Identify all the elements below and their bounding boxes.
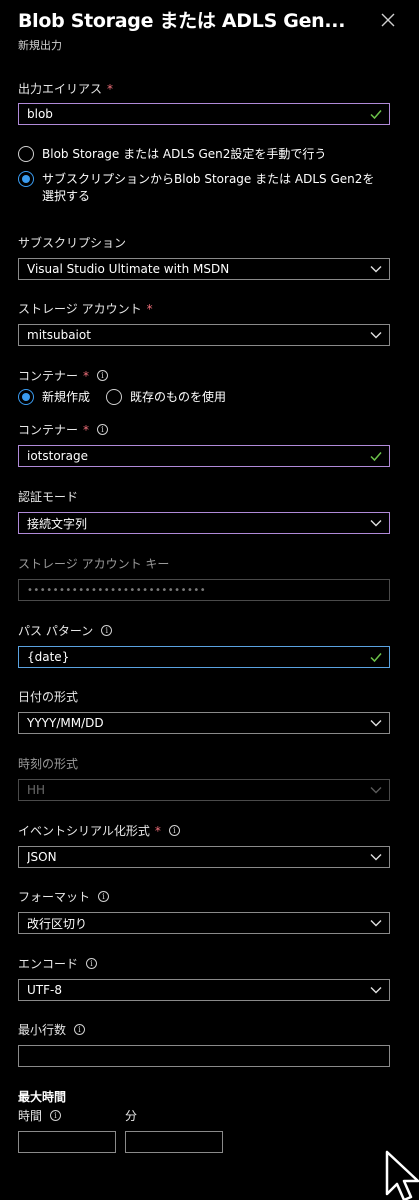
radio-create-new[interactable]: 新規作成 bbox=[18, 389, 90, 406]
check-icon bbox=[369, 107, 383, 121]
format-dropdown[interactable]: 改行区切り bbox=[18, 912, 390, 934]
hours-label: 時間 i bbox=[18, 1107, 62, 1124]
required-marker: * bbox=[107, 81, 114, 96]
radio-button[interactable] bbox=[18, 146, 34, 162]
info-icon[interactable]: i bbox=[97, 370, 109, 381]
chevron-down-icon bbox=[369, 916, 383, 930]
info-icon[interactable]: i bbox=[50, 1110, 62, 1121]
event-serialization-label: イベントシリアル化形式 * i bbox=[18, 822, 180, 839]
chevron-down-icon bbox=[369, 783, 383, 797]
info-icon[interactable]: i bbox=[98, 891, 110, 902]
event-serialization-dropdown[interactable]: JSON bbox=[18, 846, 390, 868]
info-icon[interactable]: i bbox=[101, 625, 113, 636]
container-mode-label: コンテナー * i bbox=[18, 367, 109, 384]
time-format-label: 時刻の形式 bbox=[18, 757, 79, 771]
storage-account-dropdown[interactable]: mitsubaiot bbox=[18, 324, 390, 346]
storage-key-input: •••••••••••••••••••••••••••• bbox=[18, 579, 390, 601]
min-rows-input[interactable] bbox=[18, 1045, 390, 1067]
minutes-input[interactable] bbox=[125, 1131, 223, 1153]
output-alias-input[interactable]: blob bbox=[18, 103, 390, 125]
info-icon[interactable]: i bbox=[86, 958, 98, 969]
required-marker: * bbox=[146, 301, 153, 316]
radio-manual-settings[interactable]: Blob Storage または ADLS Gen2設定を手動で行う bbox=[18, 146, 326, 163]
chevron-down-icon bbox=[369, 983, 383, 997]
chevron-down-icon bbox=[369, 716, 383, 730]
min-rows-label: 最小行数 i bbox=[18, 1021, 86, 1038]
date-format-dropdown[interactable]: YYYY/MM/DD bbox=[18, 712, 390, 734]
max-time-label: 最大時間 bbox=[18, 1090, 67, 1104]
close-button[interactable] bbox=[376, 8, 400, 32]
info-icon[interactable]: i bbox=[74, 1024, 86, 1035]
storage-key-label: ストレージ アカウント キー bbox=[18, 557, 170, 571]
path-pattern-label: パス パターン i bbox=[18, 622, 113, 639]
check-icon bbox=[369, 449, 383, 463]
panel-title: Blob Storage または ADLS Gen... bbox=[18, 10, 346, 32]
required-marker: * bbox=[83, 422, 90, 437]
auth-mode-dropdown[interactable]: 接続文字列 bbox=[18, 512, 390, 534]
container-input[interactable]: iotstorage bbox=[18, 445, 390, 467]
minutes-label: 分 bbox=[125, 1109, 138, 1123]
radio-button-selected[interactable] bbox=[18, 171, 34, 187]
chevron-down-icon bbox=[369, 328, 383, 342]
path-pattern-input[interactable]: {date} bbox=[18, 646, 390, 668]
date-format-label: 日付の形式 bbox=[18, 690, 79, 704]
encoding-dropdown[interactable]: UTF-8 bbox=[18, 979, 390, 1001]
blob-output-panel: Blob Storage または ADLS Gen... 新規出力 出力エイリア… bbox=[0, 0, 419, 1200]
radio-button[interactable] bbox=[106, 389, 122, 405]
required-marker: * bbox=[83, 368, 90, 383]
info-icon[interactable]: i bbox=[97, 424, 109, 435]
chevron-down-icon bbox=[369, 262, 383, 276]
time-format-dropdown: HH bbox=[18, 779, 390, 801]
output-alias-label: 出力エイリアス * bbox=[18, 81, 114, 97]
auth-mode-label: 認証モード bbox=[18, 490, 79, 504]
radio-use-existing[interactable]: 既存のものを使用 bbox=[106, 389, 226, 406]
encoding-label: エンコード i bbox=[18, 955, 98, 972]
check-icon bbox=[369, 650, 383, 664]
radio-select-from-subscription[interactable]: サブスクリプションからBlob Storage または ADLS Gen2を 選… bbox=[18, 171, 374, 205]
hours-input[interactable] bbox=[18, 1131, 116, 1153]
radio-button-selected[interactable] bbox=[18, 389, 34, 405]
subscription-dropdown[interactable]: Visual Studio Ultimate with MSDN bbox=[18, 258, 390, 280]
info-icon[interactable]: i bbox=[168, 825, 180, 836]
mouse-pointer-icon bbox=[385, 1150, 419, 1200]
subscription-label: サブスクリプション bbox=[18, 236, 127, 250]
format-label: フォーマット i bbox=[18, 888, 110, 905]
chevron-down-icon bbox=[369, 850, 383, 864]
panel-subtitle: 新規出力 bbox=[18, 39, 62, 52]
close-icon bbox=[381, 13, 395, 27]
storage-account-label: ストレージ アカウント * bbox=[18, 301, 153, 317]
required-marker: * bbox=[154, 823, 161, 838]
chevron-down-icon bbox=[369, 516, 383, 530]
container-label: コンテナー * i bbox=[18, 421, 109, 438]
